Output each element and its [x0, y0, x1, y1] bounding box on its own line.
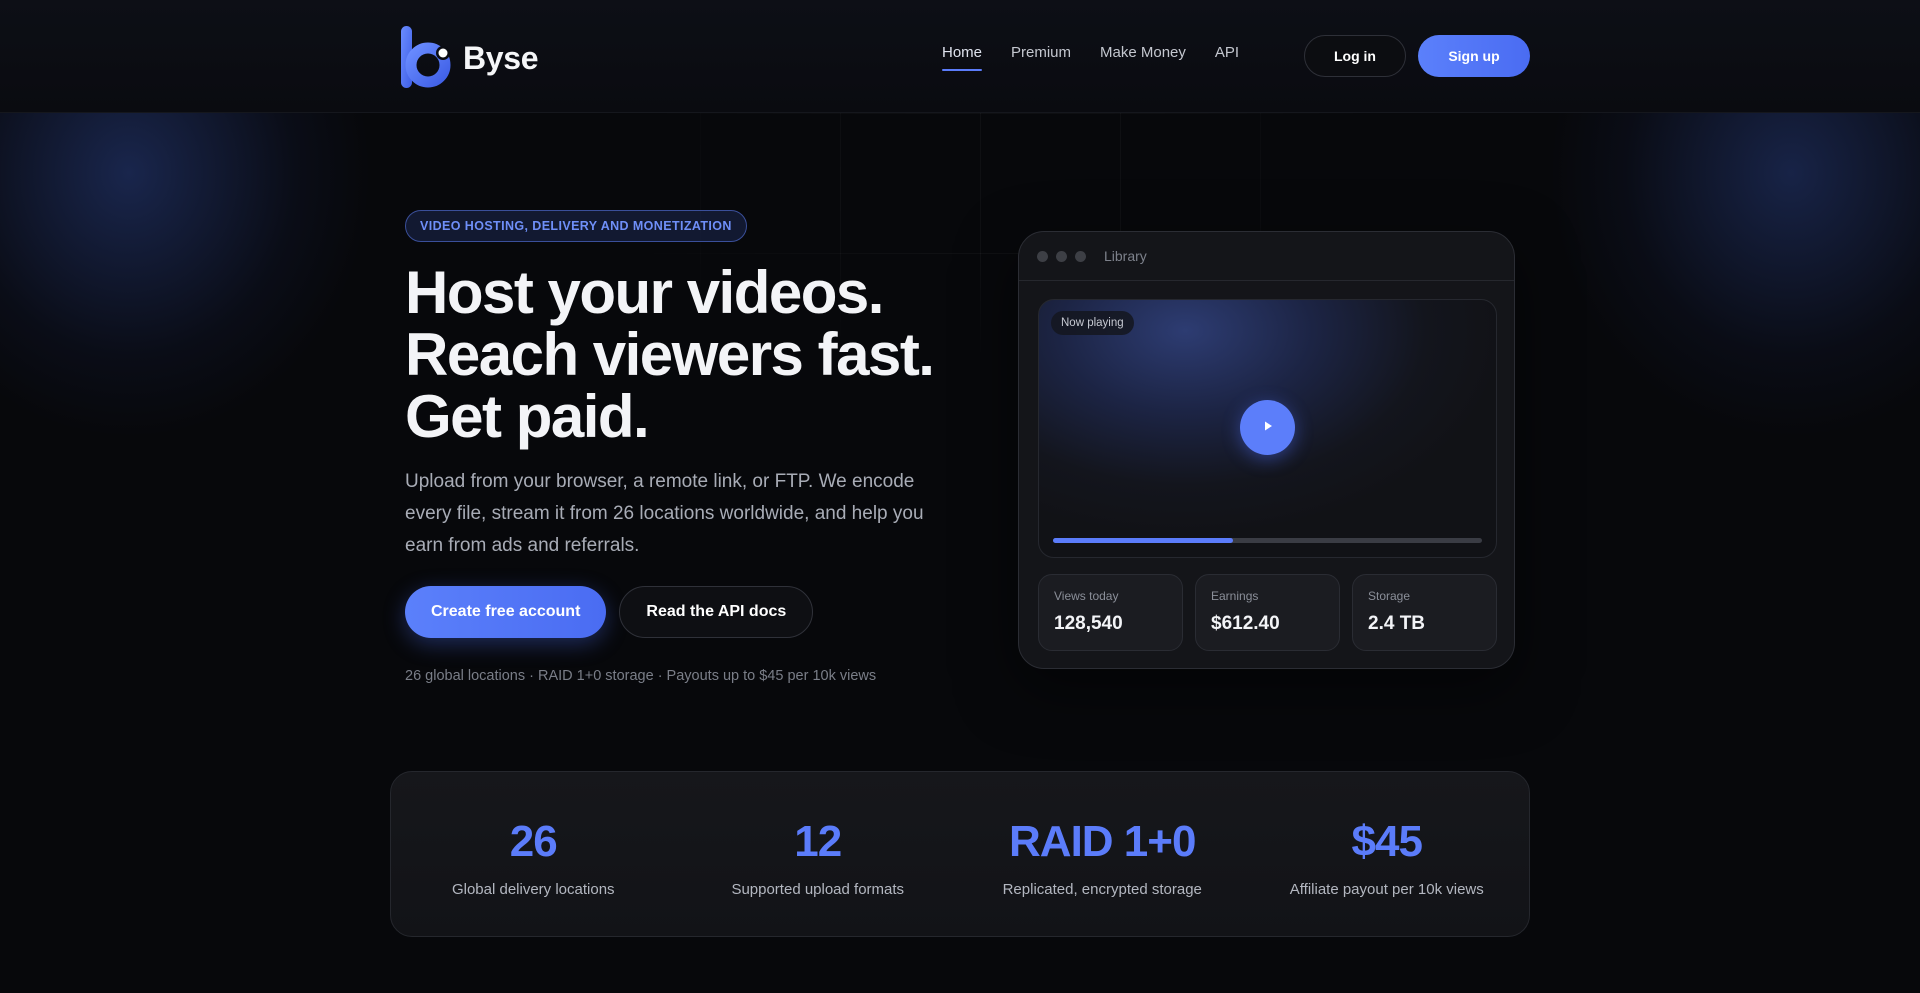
hero-headline: Host your videos. Reach viewers fast. Ge… — [405, 262, 965, 448]
highlight-label: Global delivery locations — [451, 881, 615, 898]
highlight-label: Affiliate payout per 10k views — [1289, 881, 1484, 898]
byse-logo-icon — [400, 26, 454, 90]
window-title: Library — [1104, 248, 1147, 264]
stat-value: 2.4 TB — [1368, 613, 1426, 634]
window-dot-icon — [1075, 250, 1086, 262]
headline-line-2: Reach viewers fast. — [405, 321, 935, 388]
site-header: Byse Home Premium Make Money API Log in … — [0, 0, 1920, 113]
highlight-value: $45 — [1351, 817, 1423, 866]
play-icon — [1262, 419, 1274, 437]
highlight-formats: 12 Supported upload formats — [676, 772, 961, 936]
stat-card-earnings: Earnings $612.40 — [1195, 574, 1340, 651]
hero-cta-row: Create free account Read the API docs — [405, 586, 965, 638]
signup-button[interactable]: Sign up — [1418, 35, 1530, 77]
highlight-storage: RAID 1+0 Replicated, encrypted storage — [960, 772, 1245, 936]
hero-meta: 26 global locations · RAID 1+0 storage ·… — [405, 668, 877, 684]
library-stats: Views today 128,540 Earnings $612.40 Sto… — [1038, 574, 1497, 651]
highlights-band: 26 Global delivery locations 12 Supporte… — [390, 771, 1530, 937]
create-account-button[interactable]: Create free account — [405, 586, 607, 638]
highlight-value: 12 — [794, 817, 842, 866]
api-docs-button[interactable]: Read the API docs — [619, 586, 814, 638]
window-dot-icon — [1037, 250, 1048, 262]
stat-card-storage: Storage 2.4 TB — [1352, 574, 1497, 651]
highlight-label: Supported upload formats — [731, 881, 905, 898]
nav-make-money[interactable]: Make Money — [1100, 44, 1186, 69]
video-progress-fill — [1053, 538, 1234, 543]
window-titlebar: Library — [1019, 232, 1514, 281]
main-nav: Home Premium Make Money API — [942, 44, 1239, 71]
brand-logo[interactable]: Byse — [400, 26, 539, 90]
video-progress-bar[interactable] — [1053, 538, 1482, 543]
stat-label: Earnings — [1211, 589, 1259, 603]
login-button[interactable]: Log in — [1304, 35, 1406, 77]
headline-line-1: Host your videos. — [405, 259, 884, 326]
now-playing-label: Now playing — [1051, 311, 1134, 335]
brand-name: Byse — [463, 39, 539, 76]
library-window: Library Now playing Views today 128,540 … — [1018, 231, 1515, 669]
highlight-value: 26 — [509, 817, 558, 866]
background-glow-left — [0, 113, 430, 713]
nav-home[interactable]: Home — [942, 44, 983, 71]
nav-premium[interactable]: Premium — [1011, 44, 1071, 69]
stat-value: $612.40 — [1211, 613, 1280, 634]
stat-label: Views today — [1054, 589, 1119, 603]
stat-label: Storage — [1368, 589, 1411, 603]
highlight-payout: $45 Affiliate payout per 10k views — [1245, 772, 1530, 936]
window-dot-icon — [1056, 250, 1067, 262]
hero-description: Upload from your browser, a remote link,… — [405, 471, 924, 556]
stat-card-views: Views today 128,540 — [1038, 574, 1183, 651]
highlight-value: RAID 1+0 — [1009, 817, 1196, 866]
stat-value: 128,540 — [1054, 613, 1123, 634]
play-button[interactable] — [1240, 400, 1295, 455]
nav-api[interactable]: API — [1215, 44, 1239, 69]
background-glow-right — [1490, 113, 1920, 713]
hero-badge: VIDEO HOSTING, DELIVERY AND MONETIZATION — [405, 210, 747, 242]
hero-section: VIDEO HOSTING, DELIVERY AND MONETIZATION… — [405, 210, 965, 684]
highlight-label: Replicated, encrypted storage — [1002, 881, 1202, 898]
headline-line-3: Get paid. — [405, 383, 650, 450]
video-player[interactable]: Now playing — [1038, 299, 1497, 558]
highlight-locations: 26 Global delivery locations — [391, 772, 676, 936]
